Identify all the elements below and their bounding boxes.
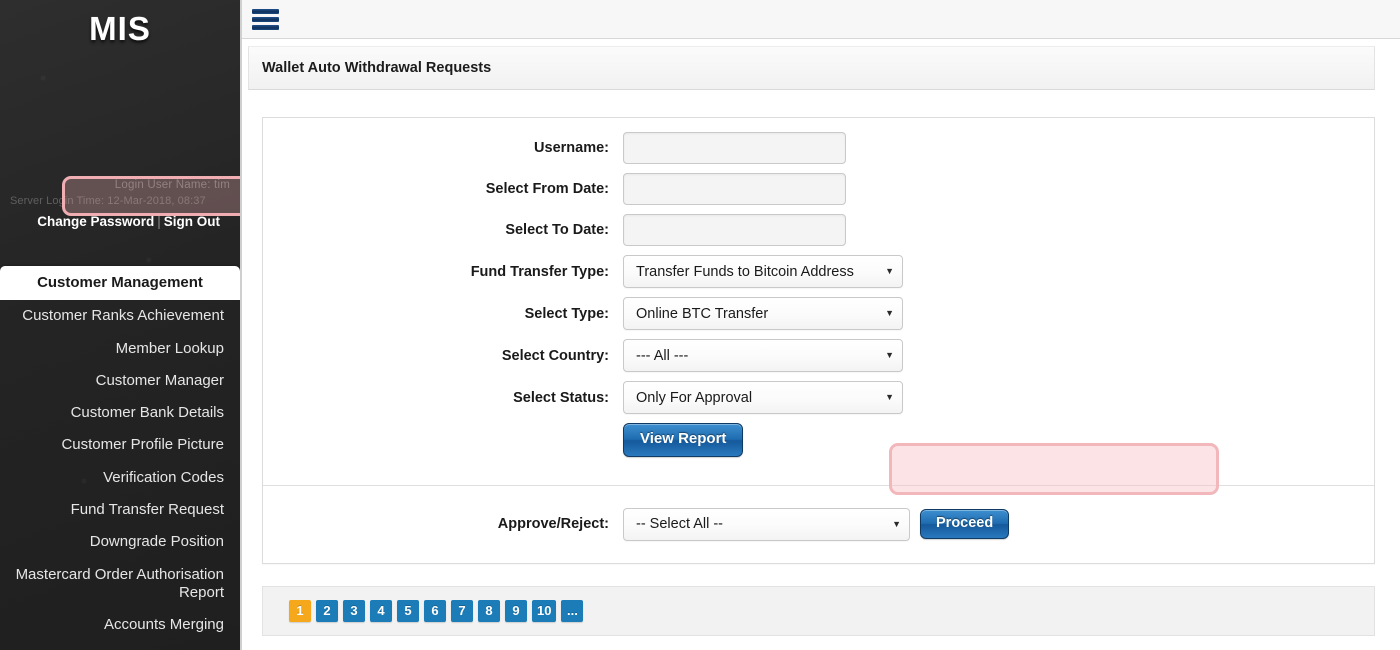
label-select-from-date: Select From Date: — [485, 181, 609, 197]
select-status-value: Only For Approval — [636, 389, 753, 406]
chevron-down-icon: ▼ — [885, 350, 894, 360]
proceed-button[interactable]: Proceed — [920, 508, 1010, 540]
sidebar-item-accounts-merging[interactable]: Accounts Merging — [0, 609, 240, 641]
sidebar-item-customer-ranks-achievement[interactable]: Customer Ranks Achievement — [0, 300, 240, 332]
form-row-username: Username: — [263, 132, 1374, 164]
form-spacer — [263, 423, 623, 457]
change-password-link[interactable]: Change Password — [37, 214, 154, 229]
label-approve-reject: Approve/Reject: — [497, 516, 609, 532]
label-fund-transfer-type: Fund Transfer Type: — [470, 263, 609, 280]
sidebar-item-customer-profile-picture[interactable]: Customer Profile Picture — [0, 429, 240, 461]
sidebar-item-fund-transfer-request[interactable]: Fund Transfer Request — [0, 494, 240, 526]
hamburger-bar-1 — [252, 8, 279, 14]
page-button-2[interactable]: 2 — [316, 599, 338, 622]
server-login-time: Server Login Time: 12-Mar-2018, 08:37 — [10, 195, 206, 207]
label-select-type: Select Type: — [524, 305, 609, 322]
form-row-from-date: Select From Date: — [263, 173, 1374, 205]
form-row-select-status: Select Status: Only For Approval ▼ — [263, 381, 1374, 414]
page-title: Wallet Auto Withdrawal Requests — [262, 60, 492, 76]
page-button-10[interactable]: 10 — [532, 599, 557, 622]
user-info-block: Login User Name: tim Server Login Time: … — [0, 175, 240, 229]
select-country-select[interactable]: --- All --- ▼ — [623, 339, 903, 372]
sidebar-item-verification-codes[interactable]: Verification Codes — [0, 462, 240, 494]
login-user-name: Login User Name: tim — [114, 179, 230, 191]
field-from-date-wrap — [623, 173, 846, 205]
username-input[interactable] — [623, 132, 846, 164]
from-date-input[interactable] — [623, 173, 846, 205]
field-to-date-wrap — [623, 214, 846, 246]
view-report-button[interactable]: View Report — [623, 423, 744, 457]
account-links: Change Password | Sign Out — [0, 207, 234, 229]
pagination: 1 2 3 4 5 6 7 8 9 10 ... — [289, 599, 1374, 622]
form-row-fund-transfer-type: Fund Transfer Type: Transfer Funds to Bi… — [263, 255, 1374, 288]
select-type-value: Online BTC Transfer — [636, 305, 769, 322]
label-select-country: Select Country: — [501, 347, 609, 364]
hamburger-bar-3 — [252, 24, 279, 30]
page-button-8[interactable]: 8 — [478, 599, 500, 622]
page-button-4[interactable]: 4 — [370, 599, 392, 622]
page-button-3[interactable]: 3 — [343, 599, 365, 622]
app-root: MIS Login User Name: tim Server Login Ti… — [0, 0, 1400, 650]
chevron-down-icon: ▼ — [885, 392, 894, 402]
sign-out-link[interactable]: Sign Out — [164, 214, 220, 229]
select-type-select[interactable]: Online BTC Transfer ▼ — [623, 297, 903, 330]
page-title-bar: Wallet Auto Withdrawal Requests — [248, 46, 1375, 90]
approve-reject-value: -- Select All -- — [636, 516, 724, 532]
filter-form: Username: Select From Date: Select To Da… — [263, 118, 1374, 473]
select-status-select[interactable]: Only For Approval ▼ — [623, 381, 903, 414]
page-button-1[interactable]: 1 — [289, 599, 311, 622]
view-report-row: View Report — [263, 423, 1374, 457]
label-username: Username: — [534, 140, 609, 156]
to-date-input[interactable] — [623, 214, 846, 246]
form-row-select-country: Select Country: --- All --- ▼ — [263, 339, 1374, 372]
page-button-9[interactable]: 9 — [505, 599, 527, 622]
content-area: Username: Select From Date: Select To Da… — [242, 90, 1400, 650]
fund-transfer-type-select[interactable]: Transfer Funds to Bitcoin Address ▼ — [623, 255, 903, 288]
sidebar-item-mastercard-order-authorisation-report[interactable]: Mastercard Order Authorisation Report — [0, 559, 240, 610]
field-username-wrap — [623, 132, 846, 164]
brand-title: MIS — [89, 10, 151, 47]
hamburger-bar-2 — [252, 16, 279, 22]
label-select-status: Select Status: — [513, 389, 609, 406]
form-row-select-type: Select Type: Online BTC Transfer ▼ — [263, 297, 1374, 330]
pagination-panel: 1 2 3 4 5 6 7 8 9 10 ... — [262, 585, 1375, 636]
chevron-down-icon: ▼ — [892, 518, 901, 529]
sidebar-item-customer-management[interactable]: Customer Management — [0, 266, 240, 301]
top-bar — [242, 0, 1400, 39]
approve-reject-select[interactable]: -- Select All -- ▼ — [623, 507, 910, 541]
main-content: Wallet Auto Withdrawal Requests Username… — [240, 0, 1400, 650]
fund-transfer-type-value: Transfer Funds to Bitcoin Address — [636, 263, 854, 280]
sidebar-item-downgrade-position[interactable]: Downgrade Position — [0, 526, 240, 558]
chevron-down-icon: ▼ — [885, 308, 894, 318]
page-button-7[interactable]: 7 — [451, 599, 473, 622]
page-button-5[interactable]: 5 — [397, 599, 419, 622]
filter-panel: Username: Select From Date: Select To Da… — [262, 117, 1375, 564]
sidebar-item-customer-bank-details[interactable]: Customer Bank Details — [0, 397, 240, 429]
link-separator: | — [157, 214, 161, 229]
approve-reject-section: Approve/Reject: -- Select All -- ▼ Proce… — [263, 486, 1374, 563]
hamburger-menu-icon[interactable] — [252, 8, 279, 30]
sidebar: MIS Login User Name: tim Server Login Ti… — [0, 0, 240, 650]
sidebar-nav: Customer Management Customer Ranks Achie… — [0, 266, 240, 642]
sidebar-item-customer-manager[interactable]: Customer Manager — [0, 365, 240, 397]
select-country-value: --- All --- — [636, 347, 689, 364]
page-button-more[interactable]: ... — [561, 599, 584, 622]
page-button-6[interactable]: 6 — [424, 599, 446, 622]
chevron-down-icon: ▼ — [885, 266, 894, 276]
label-select-to-date: Select To Date: — [505, 222, 609, 238]
form-row-to-date: Select To Date: — [263, 214, 1374, 246]
sidebar-item-member-lookup[interactable]: Member Lookup — [0, 333, 240, 365]
brand-logo: MIS — [0, 0, 240, 58]
